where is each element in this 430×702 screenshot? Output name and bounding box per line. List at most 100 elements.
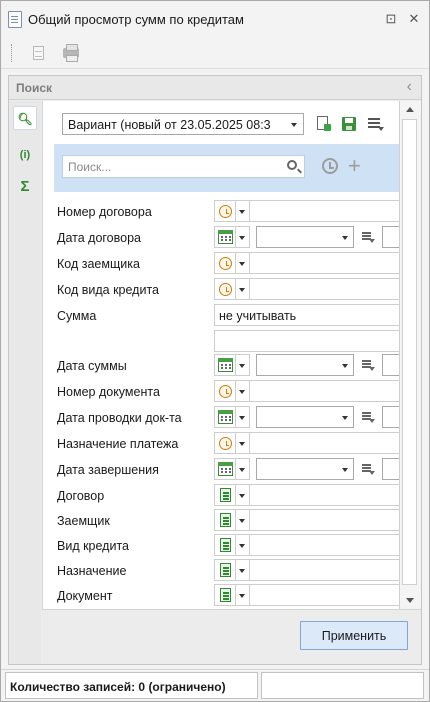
collapse-chevron-icon[interactable]: ‹ (407, 78, 412, 96)
condition-dropdown[interactable] (236, 534, 250, 556)
panel-header: Поиск ‹ (9, 76, 421, 100)
print-button[interactable] (58, 42, 82, 64)
variant-selected-value: Вариант (новый от 23.05.2025 08:3 (68, 118, 271, 132)
toolbar-grip[interactable] (11, 44, 13, 62)
date-period-select[interactable] (256, 406, 354, 428)
calendar-button[interactable] (214, 354, 236, 376)
value-field[interactable] (250, 200, 400, 222)
date-period-select[interactable] (256, 354, 354, 376)
value-field[interactable] (250, 380, 400, 402)
chevron-down-icon (239, 494, 245, 498)
save-variant-button[interactable] (340, 115, 358, 133)
filter-label: Заемщик (57, 514, 110, 528)
value-field[interactable] (250, 509, 400, 531)
sum-value-field[interactable] (214, 330, 400, 352)
lookup-clock-icon (219, 257, 232, 270)
condition-dropdown[interactable] (236, 509, 250, 531)
vertical-scrollbar[interactable] (399, 101, 421, 609)
lookup-button[interactable] (214, 252, 236, 274)
date-period-select[interactable] (256, 226, 354, 248)
chevron-down-icon (342, 468, 348, 472)
value-field[interactable] (250, 559, 400, 581)
condition-dropdown[interactable] (236, 354, 250, 376)
value-field[interactable] (250, 432, 400, 454)
edit-document-icon (33, 46, 44, 60)
calendar-button[interactable] (214, 226, 236, 248)
search-tab[interactable]: 🔍︎ (13, 106, 37, 130)
chevron-down-icon (239, 594, 245, 598)
calendar-icon (218, 230, 233, 244)
condition-dropdown[interactable] (236, 584, 250, 606)
condition-dropdown[interactable] (236, 559, 250, 581)
date-options-icon[interactable] (362, 464, 375, 476)
date-options-icon[interactable] (362, 360, 375, 372)
apply-button[interactable]: Применить (300, 621, 408, 650)
date-value-field[interactable] (382, 458, 400, 480)
new-variant-button[interactable] (315, 115, 333, 133)
date-value-field[interactable] (382, 226, 400, 248)
filter-row-borrower-code: Код заемщика (43, 251, 400, 275)
edit-document-button[interactable] (26, 42, 50, 64)
info-tab[interactable]: (i) (13, 142, 37, 166)
reference-button[interactable] (214, 534, 236, 556)
search-box[interactable] (62, 155, 305, 178)
value-field[interactable] (250, 534, 400, 556)
lookup-button[interactable] (214, 200, 236, 222)
sum-mode-field[interactable]: не учитывать (214, 304, 400, 326)
pin-icon[interactable]: ⊡ (382, 10, 400, 28)
variant-select[interactable]: Вариант (новый от 23.05.2025 08:3 (62, 113, 304, 135)
panel-footer: Применить (42, 609, 421, 664)
variant-options-button[interactable] (367, 115, 385, 133)
value-field[interactable] (250, 278, 400, 300)
filter-label: Дата суммы (57, 359, 127, 373)
filter-row-contract: Договор (43, 483, 400, 507)
condition-dropdown[interactable] (236, 406, 250, 428)
date-value-field[interactable] (382, 354, 400, 376)
records-count: Количество записей: 0 (ограничено) (10, 680, 226, 694)
scroll-down-arrow-icon[interactable] (406, 598, 414, 603)
search-icon[interactable] (287, 160, 297, 170)
reference-button[interactable] (214, 484, 236, 506)
filter-row-contract-date: Дата договора (43, 225, 400, 249)
filter-label: Номер договора (57, 205, 152, 219)
chevron-down-icon (239, 442, 245, 446)
condition-dropdown[interactable] (236, 458, 250, 480)
condition-dropdown[interactable] (236, 252, 250, 274)
search-input[interactable] (63, 156, 273, 177)
filter-label: Номер документа (57, 385, 160, 399)
status-extra-cell (261, 672, 424, 699)
calendar-button[interactable] (214, 406, 236, 428)
sum-tab[interactable]: Σ (13, 175, 37, 199)
value-field[interactable] (250, 484, 400, 506)
date-options-icon[interactable] (362, 412, 375, 424)
date-value-field[interactable] (382, 406, 400, 428)
lookup-button[interactable] (214, 278, 236, 300)
add-icon[interactable]: + (348, 155, 361, 177)
date-period-select[interactable] (256, 458, 354, 480)
value-field[interactable] (250, 584, 400, 606)
condition-dropdown[interactable] (236, 226, 250, 248)
close-icon[interactable]: ✕ (405, 10, 423, 28)
date-options-icon[interactable] (362, 232, 375, 244)
calendar-button[interactable] (214, 458, 236, 480)
scroll-thumb[interactable] (402, 119, 417, 585)
reference-book-icon (220, 513, 231, 527)
reference-button[interactable] (214, 509, 236, 531)
condition-dropdown[interactable] (236, 278, 250, 300)
filter-row-payment-purpose: Назначение платежа (43, 431, 400, 455)
chevron-down-icon (239, 390, 245, 394)
reference-book-icon (220, 588, 231, 602)
condition-dropdown[interactable] (236, 200, 250, 222)
condition-dropdown[interactable] (236, 484, 250, 506)
value-field[interactable] (250, 252, 400, 274)
printer-icon (63, 44, 79, 62)
reference-button[interactable] (214, 559, 236, 581)
condition-dropdown[interactable] (236, 432, 250, 454)
condition-dropdown[interactable] (236, 380, 250, 402)
lookup-button[interactable] (214, 380, 236, 402)
reference-button[interactable] (214, 584, 236, 606)
history-icon[interactable] (322, 158, 338, 174)
scroll-up-arrow-icon[interactable] (406, 107, 414, 112)
calendar-icon (218, 410, 233, 424)
lookup-button[interactable] (214, 432, 236, 454)
